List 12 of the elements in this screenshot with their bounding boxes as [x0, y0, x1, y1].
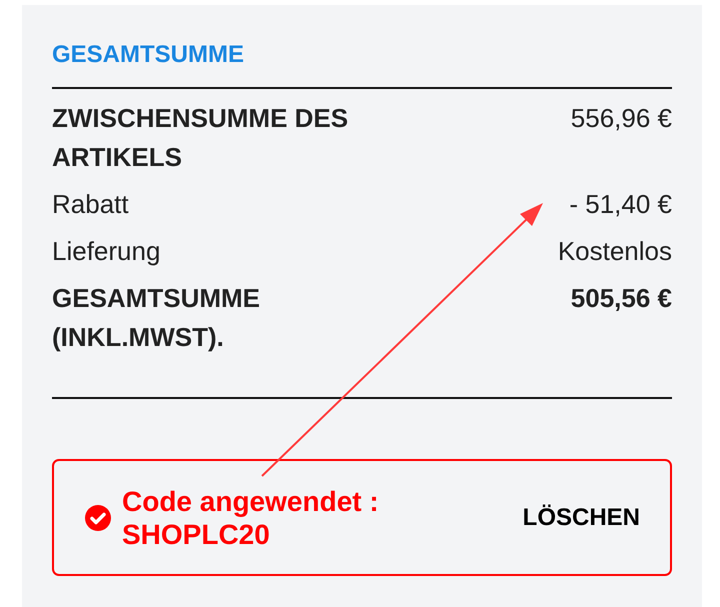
section-heading: GESAMTSUMME	[52, 41, 244, 69]
summary-value: - 51,40 €	[569, 188, 672, 221]
summary-label: GESAMTSUMME (INKL.MWST).	[52, 282, 261, 354]
summary-label: Rabatt	[52, 188, 129, 221]
summary-value: Kostenlos	[558, 235, 672, 268]
summary-value: 556,96 €	[570, 102, 672, 135]
summary-label: ZWISCHENSUMME DES ARTIKELS	[52, 102, 350, 174]
check-circle-icon	[84, 504, 112, 532]
coupon-message: Code angewendet : SHOPLC20	[122, 484, 380, 550]
remove-button[interactable]: LÖSCHEN	[522, 504, 640, 532]
summary-label: Lieferung	[52, 235, 160, 268]
summary-value: 505,56 €	[570, 282, 672, 315]
